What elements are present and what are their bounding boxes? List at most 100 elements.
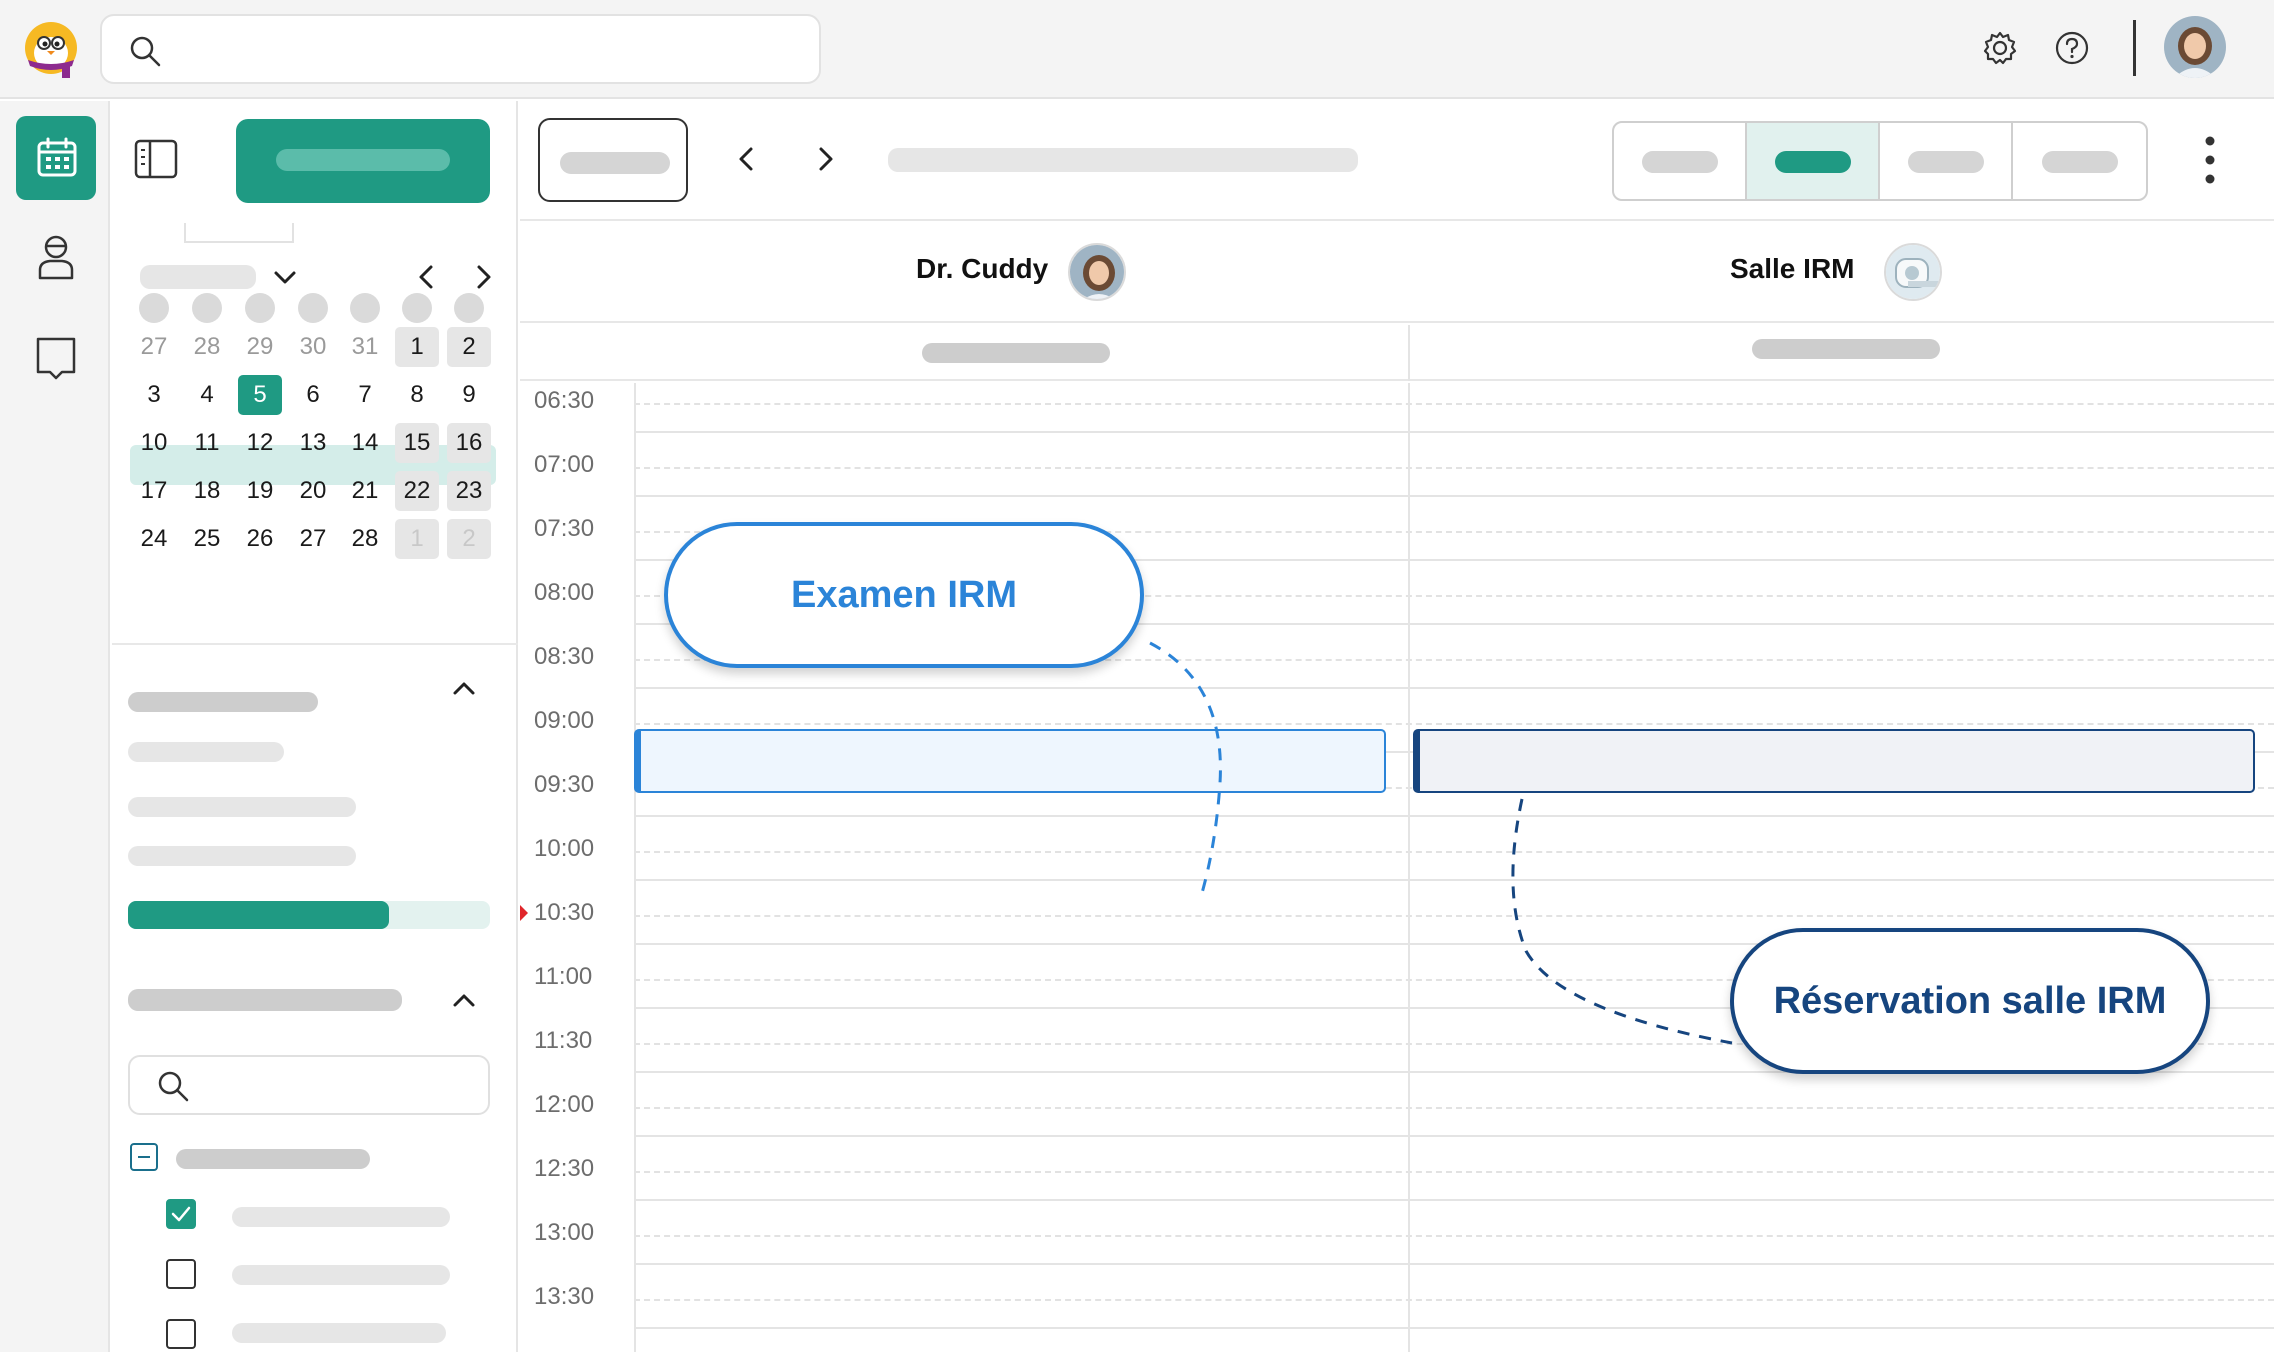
section-title xyxy=(128,692,318,712)
user-avatar[interactable] xyxy=(2164,16,2226,78)
nav-rail xyxy=(0,101,110,1352)
top-bar xyxy=(0,0,2274,99)
calendar-day[interactable]: 27 xyxy=(291,519,335,559)
calendar-day[interactable]: 18 xyxy=(185,471,229,511)
calendar-day[interactable]: 24 xyxy=(132,519,176,559)
filter-search-input[interactable] xyxy=(128,1055,490,1115)
new-appointment-button[interactable] xyxy=(236,119,490,203)
section-title xyxy=(128,989,402,1011)
nav-messages-button[interactable] xyxy=(16,316,96,400)
calendar-day[interactable]: 15 xyxy=(395,423,439,463)
month-selector[interactable] xyxy=(140,265,256,289)
calendar-day[interactable]: 6 xyxy=(291,375,335,415)
calendar-day[interactable]: 2 xyxy=(447,519,491,559)
chevron-up-icon[interactable] xyxy=(448,985,480,1022)
calendar-day[interactable]: 26 xyxy=(238,519,282,559)
calendar-day[interactable]: 13 xyxy=(291,423,335,463)
toggle-sidebar-icon[interactable] xyxy=(134,139,178,184)
calendar-day[interactable]: 23 xyxy=(447,471,491,511)
exam-callout: Examen IRM xyxy=(664,522,1144,668)
penguin-logo-icon[interactable] xyxy=(18,16,84,82)
list-item[interactable] xyxy=(128,797,356,817)
calendar-day-selected[interactable]: 5 xyxy=(238,375,282,415)
date-row xyxy=(520,325,2274,381)
weekday-label xyxy=(245,293,275,323)
indeterminate-checkbox[interactable] xyxy=(130,1143,158,1171)
calendar-day[interactable]: 2 xyxy=(447,327,491,367)
list-item xyxy=(232,1323,446,1343)
weekday-label xyxy=(402,293,432,323)
divider xyxy=(112,643,518,645)
more-options-icon[interactable] xyxy=(2202,135,2218,192)
calendar-day[interactable]: 10 xyxy=(132,423,176,463)
calendar-day[interactable]: 28 xyxy=(185,327,229,367)
checkbox[interactable] xyxy=(166,1319,196,1349)
weekday-label xyxy=(139,293,169,323)
calendar-day[interactable]: 1 xyxy=(395,327,439,367)
calendar-day[interactable]: 16 xyxy=(447,423,491,463)
calendar-icon xyxy=(37,137,77,177)
weekday-label xyxy=(192,293,222,323)
progress-bar xyxy=(128,901,490,929)
nav-calendar-button[interactable] xyxy=(16,116,96,200)
calendar-day[interactable]: 28 xyxy=(343,519,387,559)
calendar-day[interactable]: 27 xyxy=(132,327,176,367)
weekday-label xyxy=(454,293,484,323)
weekday-label xyxy=(350,293,380,323)
view-option[interactable] xyxy=(2013,123,2146,199)
mri-machine-avatar xyxy=(1884,243,1942,301)
calendar-day[interactable]: 3 xyxy=(132,375,176,415)
calendar-day[interactable]: 4 xyxy=(185,375,229,415)
checked-checkbox[interactable] xyxy=(166,1199,196,1229)
view-option[interactable] xyxy=(1614,123,1747,199)
view-switcher xyxy=(1612,121,2148,201)
sidebar: 27 28 29 30 31 1 2 3 4 5 6 7 8 9 10 11 12 13 14 15 16 17 18 19 2… xyxy=(112,101,518,1352)
calendar-day[interactable]: 12 xyxy=(238,423,282,463)
calendar-day[interactable]: 25 xyxy=(185,519,229,559)
search-input[interactable] xyxy=(100,14,821,84)
list-item[interactable] xyxy=(128,846,356,866)
chevron-up-icon[interactable] xyxy=(448,673,480,710)
calendar-day[interactable]: 8 xyxy=(395,375,439,415)
doctor-avatar xyxy=(1068,243,1126,301)
calendar-day[interactable]: 7 xyxy=(343,375,387,415)
column-date-label xyxy=(1752,339,1940,359)
calendar-day[interactable]: 30 xyxy=(291,327,335,367)
calendar-day[interactable]: 1 xyxy=(395,519,439,559)
progress-fill xyxy=(128,901,389,929)
group-label xyxy=(176,1149,370,1169)
calendar-day[interactable]: 21 xyxy=(343,471,387,511)
calendar-day[interactable]: 31 xyxy=(343,327,387,367)
nav-patients-button[interactable] xyxy=(16,216,96,300)
chevron-down-icon[interactable] xyxy=(270,263,300,298)
list-item xyxy=(232,1207,450,1227)
help-icon[interactable] xyxy=(2052,28,2092,68)
resource-header: Dr. Cuddy Salle IRM xyxy=(520,223,2274,323)
chevron-right-icon[interactable] xyxy=(810,143,840,180)
divider xyxy=(2133,20,2136,76)
patient-icon xyxy=(38,235,74,280)
calendar-day[interactable]: 19 xyxy=(238,471,282,511)
resource-name: Dr. Cuddy xyxy=(916,253,1049,284)
calendar-day[interactable]: 22 xyxy=(395,471,439,511)
calendar-day[interactable]: 11 xyxy=(185,423,229,463)
view-option[interactable] xyxy=(1880,123,2013,199)
calendar-day[interactable]: 9 xyxy=(447,375,491,415)
gear-icon[interactable] xyxy=(1980,28,2020,68)
calendar-day[interactable]: 20 xyxy=(291,471,335,511)
column-date-label xyxy=(922,343,1110,363)
chevron-left-icon[interactable] xyxy=(732,143,762,180)
time-grid: 06:30 07:00 07:30 08:00 08:30 09:00 09:30 10:00… xyxy=(520,383,2274,1352)
divider xyxy=(184,223,294,243)
calendar-day[interactable]: 17 xyxy=(132,471,176,511)
search-icon xyxy=(158,1071,189,1102)
today-button[interactable] xyxy=(538,118,688,202)
calendar-main: Dr. Cuddy Salle IRM 06:30 07:00 07:30 08:00… xyxy=(520,101,2274,1352)
view-option-selected[interactable] xyxy=(1747,123,1880,199)
room-callout: Réservation salle IRM xyxy=(1730,928,2210,1074)
weekday-label xyxy=(298,293,328,323)
calendar-day[interactable]: 14 xyxy=(343,423,387,463)
list-item[interactable] xyxy=(128,742,284,762)
calendar-day[interactable]: 29 xyxy=(238,327,282,367)
checkbox[interactable] xyxy=(166,1259,196,1289)
